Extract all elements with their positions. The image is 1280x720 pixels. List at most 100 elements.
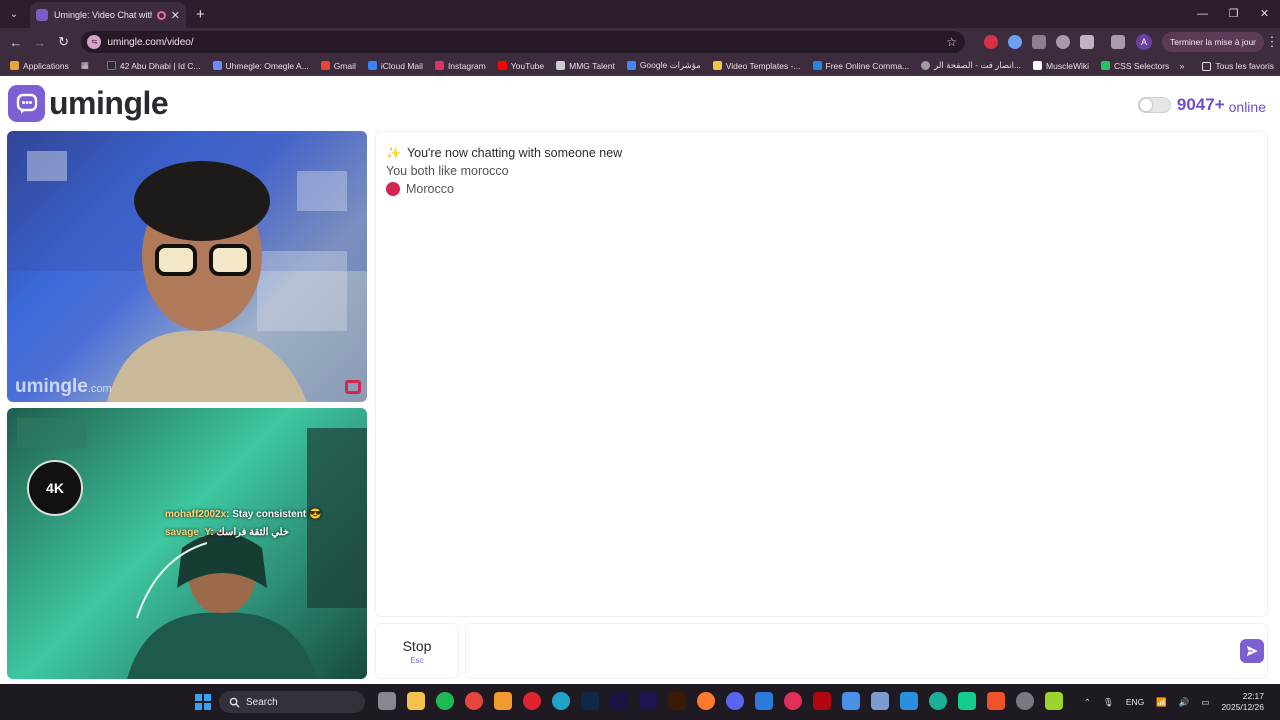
css-selectors-icon: [1101, 61, 1111, 70]
outlook-icon[interactable]: [754, 692, 773, 710]
send-arrow-icon: [1246, 645, 1258, 657]
stream-chat-user: mohaff2002x: [165, 509, 227, 520]
firefox-icon[interactable]: [696, 692, 715, 710]
icloud-icon: [367, 61, 377, 70]
premiere-icon[interactable]: [638, 692, 657, 710]
google-trends-icon: [626, 61, 636, 70]
fl-studio-icon[interactable]: [493, 692, 512, 710]
chat-status-line: ✨ You're now chatting with someone new: [386, 146, 1257, 160]
clock-time: 22:17: [1242, 691, 1264, 701]
tab-search-icon[interactable]: ⌄: [4, 4, 24, 24]
bookmark-gmail[interactable]: Gmail: [320, 61, 356, 71]
app-blue-icon[interactable]: [841, 692, 860, 710]
bookmark-uhmegle[interactable]: Uhmegle: Omegle A...: [212, 61, 309, 71]
bookmark-css-selectors[interactable]: CSS Selectors: [1101, 61, 1169, 71]
battery-icon[interactable]: ▭: [1201, 697, 1209, 708]
app-play-icon[interactable]: [1044, 692, 1063, 710]
bookmarks-bar: Applications ▦ 42 Abu Dhabi | Id C... Uh…: [0, 56, 1280, 76]
bookmark-arabic-site[interactable]: انصار فت - الصفحة الر...: [921, 60, 1021, 71]
bookmark-label: Google مؤشرات: [639, 60, 701, 70]
microphone-icon[interactable]: 🎙: [1103, 697, 1114, 708]
tray-overflow-icon[interactable]: ⌃: [1084, 697, 1091, 708]
recorder-icon[interactable]: [783, 692, 802, 710]
site-logo[interactable]: umingle: [8, 85, 169, 122]
online-count: 9047+: [1176, 95, 1225, 114]
minimize-icon[interactable]: —: [1187, 0, 1218, 28]
bookmark-42-abu-dhabi[interactable]: 42 Abu Dhabi | Id C...: [106, 61, 201, 71]
stop-button-label: Stop: [402, 637, 432, 654]
logo-text: umingle: [49, 85, 169, 121]
app-landscape-icon[interactable]: [870, 692, 889, 710]
edge-icon[interactable]: [551, 692, 570, 710]
all-favorites[interactable]: Tous les favoris: [1202, 61, 1274, 71]
bookmark-free-online-commands[interactable]: Free Online Comma...: [812, 60, 910, 71]
app-circle-icon[interactable]: [1015, 692, 1034, 710]
reload-icon[interactable]: ↻: [52, 34, 76, 50]
common-interest-text: You both like morocco: [386, 164, 509, 178]
photoshop-icon[interactable]: [580, 692, 599, 710]
url-text[interactable]: umingle.com/video/: [107, 37, 946, 48]
report-flag-icon[interactable]: [345, 380, 361, 394]
bookmark-star-icon[interactable]: ☆: [946, 35, 957, 49]
bookmark-label: MMG Talent: [569, 60, 615, 71]
stranger-country-line: Morocco: [386, 182, 1257, 196]
self-video-scene: [17, 418, 367, 679]
bookmark-mmg-talent[interactable]: MMG Talent: [556, 61, 615, 71]
extension-grid-icon[interactable]: [1032, 35, 1047, 49]
extension-blue-icon[interactable]: [1008, 35, 1023, 49]
reading-list-icon[interactable]: [1111, 35, 1126, 49]
extension-red-icon[interactable]: [984, 35, 999, 49]
bookmark-video-templates[interactable]: Video Templates -...: [712, 60, 801, 71]
bookmark-applications[interactable]: Applications: [10, 61, 69, 71]
windows-start-icon[interactable]: [195, 694, 211, 710]
profile-avatar[interactable]: A: [1136, 34, 1153, 50]
discord-icon[interactable]: [725, 692, 744, 710]
taskbar-search[interactable]: Search: [219, 691, 365, 713]
extension-headset-icon[interactable]: [1056, 35, 1071, 49]
new-tab-icon[interactable]: +: [196, 6, 205, 23]
message-input[interactable]: [465, 623, 1268, 679]
bookmark-musclewiki[interactable]: MuscleWiki: [1033, 61, 1089, 71]
more-bookmarks-icon[interactable]: »: [1180, 61, 1185, 71]
bookmark-google-trends[interactable]: Google مؤشرات: [626, 60, 701, 71]
stranger-video-scene: [7, 131, 367, 402]
app-teal-icon[interactable]: [928, 692, 947, 710]
netflix-icon[interactable]: [812, 692, 831, 710]
forward-icon[interactable]: →: [28, 35, 52, 50]
app-green-icon[interactable]: [957, 692, 976, 710]
chrome-icon[interactable]: [464, 692, 483, 710]
self-video: 4K mohaff2002x: Stay consistent 😎 savage…: [7, 408, 367, 679]
send-button[interactable]: [1240, 639, 1264, 663]
update-button[interactable]: Terminer la mise à jour: [1162, 32, 1265, 52]
language-indicator[interactable]: ENG: [1126, 697, 1144, 707]
bookmark-label: Video Templates -...: [725, 60, 801, 71]
task-view-icon[interactable]: [377, 692, 396, 710]
bookmark-youtube[interactable]: YouTube: [497, 61, 544, 71]
theme-toggle[interactable]: [1137, 97, 1171, 113]
close-window-icon[interactable]: ✕: [1249, 0, 1280, 28]
folder-icon: [1202, 61, 1212, 71]
brave-icon[interactable]: [986, 692, 1005, 710]
file-explorer-icon[interactable]: [406, 692, 425, 710]
clock[interactable]: 22:17 2025/12/26: [1221, 691, 1264, 713]
browser-menu-icon[interactable]: ⋮: [1264, 34, 1280, 50]
after-effects-icon[interactable]: [609, 692, 628, 710]
bookmark-instagram[interactable]: Instagram: [434, 61, 486, 71]
illustrator-icon[interactable]: [667, 692, 686, 710]
vscode-icon[interactable]: [899, 692, 918, 710]
volume-icon[interactable]: 🔊: [1179, 697, 1190, 708]
address-bar[interactable]: ⇆ umingle.com/video/ ☆: [81, 31, 966, 53]
restore-icon[interactable]: ❐: [1218, 0, 1249, 28]
stop-button[interactable]: Stop Esc: [375, 623, 459, 679]
tab-groups-icon[interactable]: ▦: [81, 60, 89, 71]
back-icon[interactable]: ←: [4, 35, 28, 50]
bookmark-label: Free Online Comma...: [825, 60, 910, 71]
close-tab-icon[interactable]: ✕: [171, 9, 180, 22]
active-tab[interactable]: Umingle: Video Chat with S ✕: [30, 2, 186, 28]
site-info-icon[interactable]: ⇆: [87, 35, 102, 49]
spotify-icon[interactable]: [435, 692, 454, 710]
wifi-icon[interactable]: 📶: [1156, 697, 1167, 708]
bookmark-icloud-mail[interactable]: iCloud Mail: [367, 61, 423, 71]
opera-icon[interactable]: [522, 692, 541, 710]
extensions-puzzle-icon[interactable]: [1080, 35, 1095, 49]
